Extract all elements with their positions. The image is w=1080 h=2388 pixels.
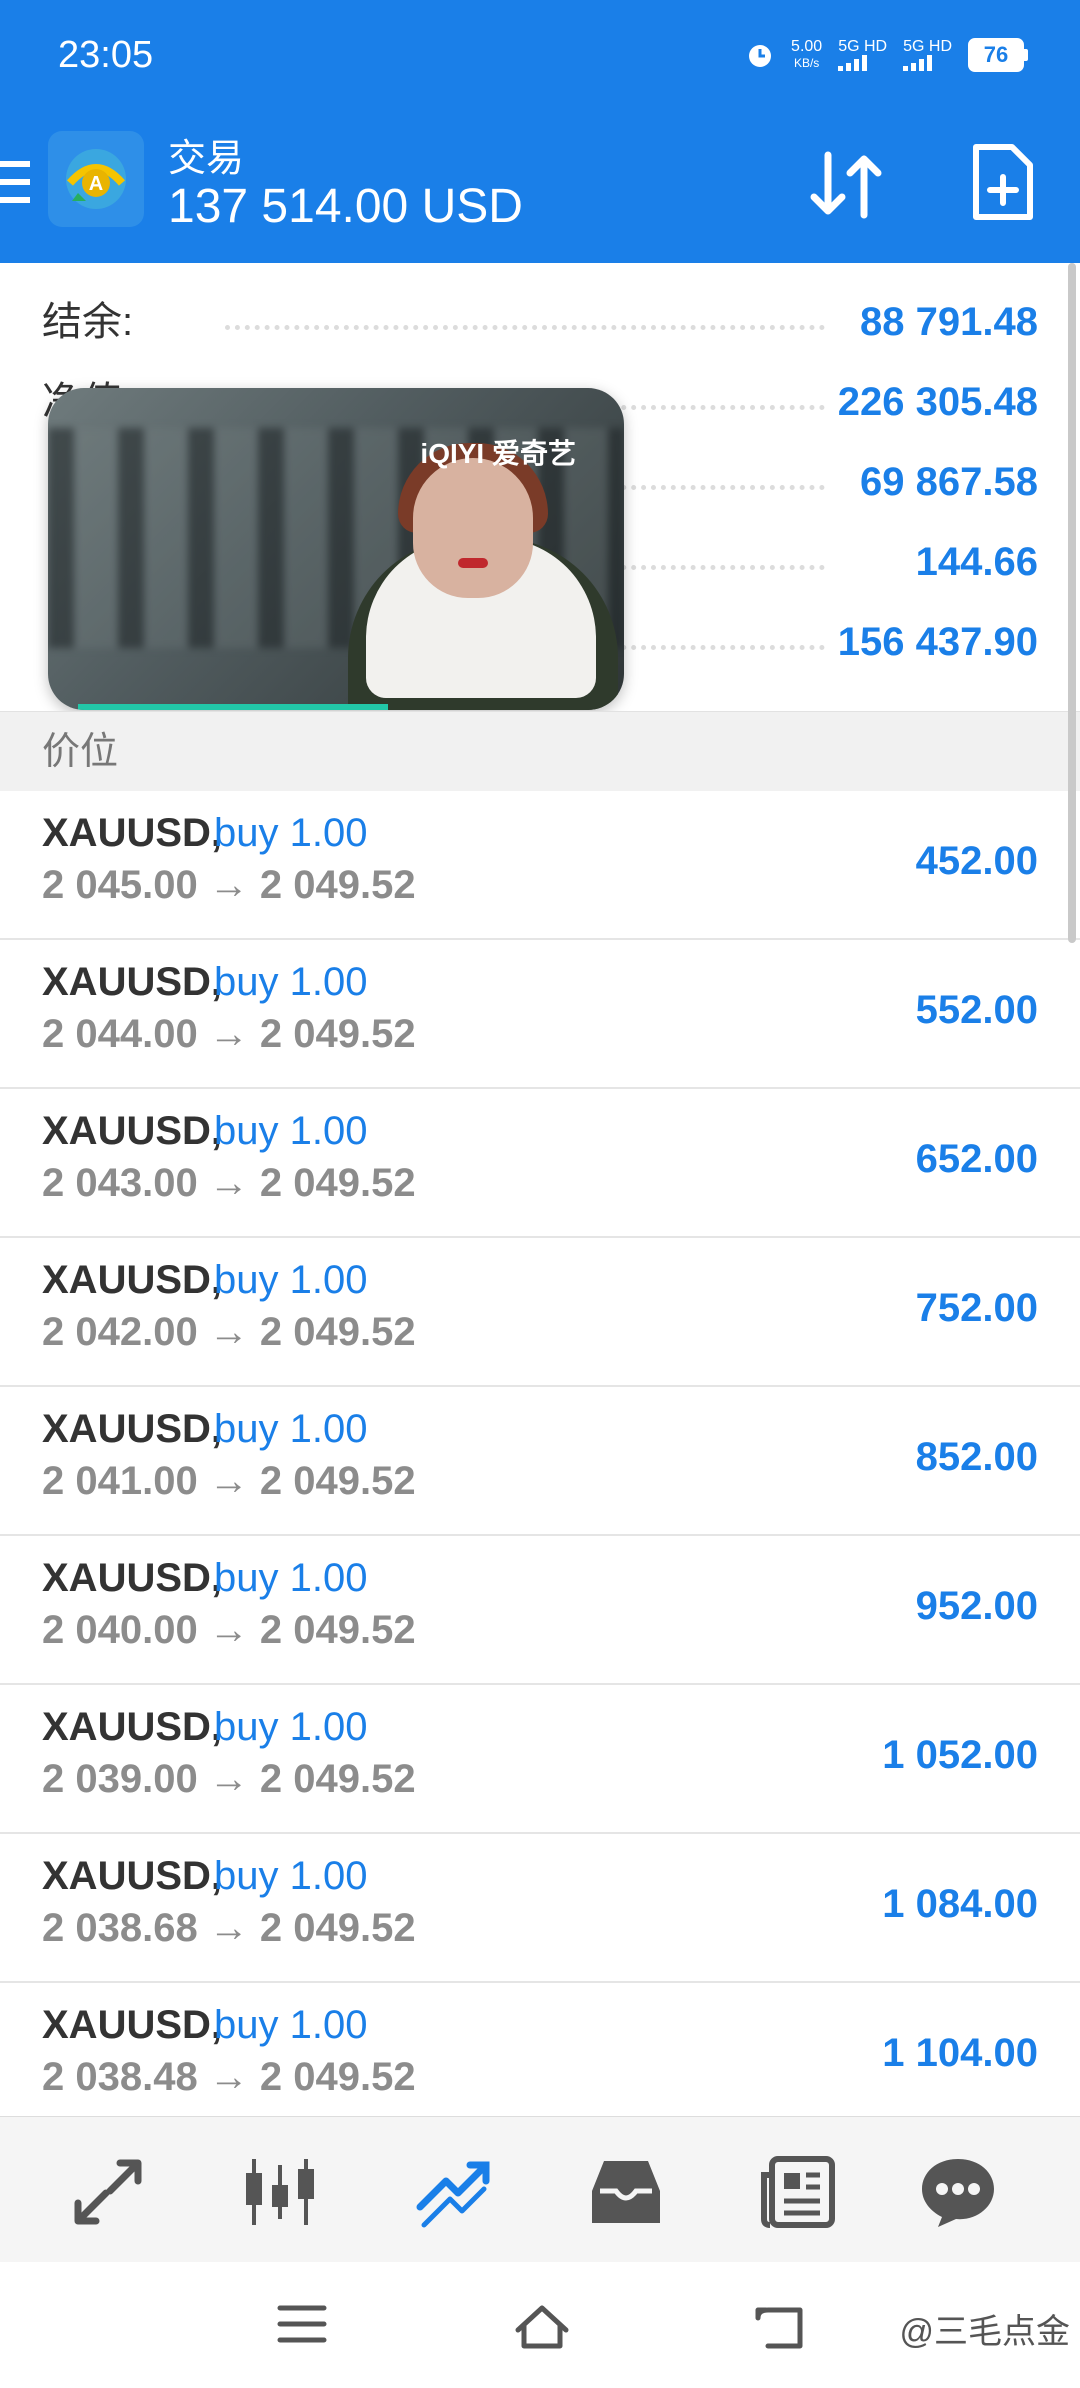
position-type: buy 1.00 — [214, 1407, 368, 1451]
video-brand-logo: iQIYI 爱奇艺 — [420, 438, 576, 469]
position-symbol: XAUUSD, — [42, 811, 223, 855]
sim1-signal-icon: 5G HD — [838, 39, 887, 71]
summary-value: 226 305.48 — [837, 380, 1038, 424]
menu-icon[interactable] — [0, 161, 30, 207]
position-type: buy 1.00 — [214, 1556, 368, 1600]
position-row[interactable]: XAUUSD, buy 1.00 2 041.00 → 2 049.52 852… — [0, 1387, 1080, 1536]
position-prices: 2 040.00 → 2 049.52 — [42, 1608, 416, 1652]
history-icon[interactable] — [586, 2155, 666, 2229]
position-symbol: XAUUSD, — [42, 1407, 223, 1451]
position-type: buy 1.00 — [214, 2003, 368, 2047]
recent-apps-icon[interactable] — [276, 2302, 328, 2346]
position-type: buy 1.00 — [214, 960, 368, 1004]
bottom-navigation — [0, 2116, 1080, 2263]
position-profit: 1 084.00 — [882, 1882, 1038, 1926]
quotes-icon[interactable] — [68, 2155, 148, 2229]
position-type: buy 1.00 — [214, 1705, 368, 1749]
positions-list: XAUUSD, buy 1.00 2 045.00 → 2 049.52 452… — [0, 791, 1080, 2132]
account-equity: 137 514.00 USD — [168, 180, 523, 233]
position-row[interactable]: XAUUSD, buy 1.00 2 045.00 → 2 049.52 452… — [0, 791, 1080, 940]
video-frame-lips — [458, 558, 488, 568]
positions-section-header: 价位 — [0, 711, 1080, 793]
position-prices: 2 041.00 → 2 049.52 — [42, 1459, 416, 1503]
battery-icon: 76 — [968, 38, 1028, 72]
position-profit: 552.00 — [915, 988, 1038, 1032]
position-prices: 2 043.00 → 2 049.52 — [42, 1161, 416, 1205]
position-symbol: XAUUSD, — [42, 2003, 223, 2047]
position-symbol: XAUUSD, — [42, 960, 223, 1004]
summary-value: 69 867.58 — [860, 460, 1038, 504]
home-icon[interactable] — [512, 2302, 572, 2352]
chart-icon[interactable] — [240, 2155, 320, 2229]
scrollbar[interactable] — [1068, 263, 1076, 943]
position-symbol: XAUUSD, — [42, 1109, 223, 1153]
position-profit: 1 052.00 — [882, 1733, 1038, 1777]
summary-label: 结余: — [42, 300, 134, 344]
position-row[interactable]: XAUUSD, buy 1.00 2 043.00 → 2 049.52 652… — [0, 1089, 1080, 1238]
alarm-icon — [749, 45, 772, 67]
position-prices: 2 045.00 → 2 049.52 — [42, 863, 416, 907]
summary-value: 144.66 — [915, 540, 1038, 584]
position-profit: 652.00 — [915, 1137, 1038, 1181]
position-symbol: XAUUSD, — [42, 1705, 223, 1749]
position-symbol: XAUUSD, — [42, 1258, 223, 1302]
position-row[interactable]: XAUUSD, buy 1.00 2 040.00 → 2 049.52 952… — [0, 1536, 1080, 1685]
back-icon[interactable] — [752, 2302, 808, 2352]
position-symbol: XAUUSD, — [42, 1556, 223, 1600]
position-type: buy 1.00 — [214, 811, 368, 855]
video-progress-bar[interactable] — [78, 704, 388, 710]
position-type: buy 1.00 — [214, 1258, 368, 1302]
news-icon[interactable] — [758, 2155, 838, 2229]
position-profit: 1 104.00 — [882, 2031, 1038, 2075]
sort-icon[interactable] — [806, 145, 886, 225]
position-row[interactable]: XAUUSD, buy 1.00 2 038.48 → 2 049.52 1 1… — [0, 1983, 1080, 2132]
status-icons: 5.00 KB/s 5G HD 5G HD 76 — [745, 38, 1028, 72]
trade-icon[interactable] — [414, 2155, 494, 2229]
position-prices: 2 038.68 → 2 049.52 — [42, 1906, 416, 1950]
section-title: 价位 — [42, 731, 119, 773]
position-profit: 952.00 — [915, 1584, 1038, 1628]
position-symbol: XAUUSD, — [42, 1854, 223, 1898]
position-prices: 2 044.00 → 2 049.52 — [42, 1012, 416, 1056]
position-type: buy 1.00 — [214, 1109, 368, 1153]
summary-value: 88 791.48 — [860, 300, 1038, 344]
summary-value: 156 437.90 — [837, 620, 1038, 664]
summary-row: 结余: 88 791.48 — [0, 292, 1080, 352]
watermark: @三毛点金 — [899, 2313, 1070, 2351]
position-type: buy 1.00 — [214, 1854, 368, 1898]
position-profit: 852.00 — [915, 1435, 1038, 1479]
position-row[interactable]: XAUUSD, buy 1.00 2 038.68 → 2 049.52 1 0… — [0, 1834, 1080, 1983]
position-prices: 2 042.00 → 2 049.52 — [42, 1310, 416, 1354]
app-header: A 交易 137 514.00 USD — [0, 115, 1080, 263]
position-profit: 452.00 — [915, 839, 1038, 883]
position-row[interactable]: XAUUSD, buy 1.00 2 042.00 → 2 049.52 752… — [0, 1238, 1080, 1387]
net-speed: 5.00 KB/s — [791, 38, 823, 71]
position-row[interactable]: XAUUSD, buy 1.00 2 039.00 → 2 049.52 1 0… — [0, 1685, 1080, 1834]
position-prices: 2 038.48 → 2 049.52 — [42, 2055, 416, 2099]
video-frame-face — [413, 458, 533, 598]
new-order-icon[interactable] — [968, 141, 1038, 225]
dotted-leader — [225, 325, 825, 330]
position-row[interactable]: XAUUSD, buy 1.00 2 044.00 → 2 049.52 552… — [0, 940, 1080, 1089]
messages-icon[interactable] — [918, 2155, 998, 2229]
position-prices: 2 039.00 → 2 049.52 — [42, 1757, 416, 1801]
sim2-signal-icon: 5G HD — [903, 39, 952, 71]
app-logo[interactable]: A — [48, 131, 144, 227]
svg-text:A: A — [89, 173, 103, 195]
status-bar: 23:05 5.00 KB/s 5G HD 5G HD 76 — [0, 0, 1080, 115]
floating-video-player[interactable]: iQIYI 爱奇艺 — [48, 388, 624, 710]
page-title: 交易 — [168, 138, 245, 180]
metatrader-logo-icon: A — [66, 149, 126, 209]
status-time: 23:05 — [58, 34, 154, 76]
position-profit: 752.00 — [915, 1286, 1038, 1330]
